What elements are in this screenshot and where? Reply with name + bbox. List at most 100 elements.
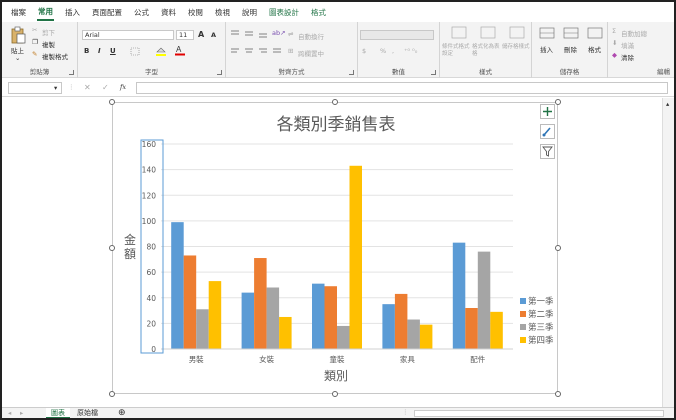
x-axis-labels[interactable]: 男裝 女裝 童裝 家具 配件 <box>189 354 486 364</box>
resize-handle-top[interactable] <box>332 99 338 105</box>
cancel-icon[interactable]: ✕ <box>84 83 91 92</box>
paste-dropdown-icon[interactable]: ⌄ <box>15 54 20 62</box>
font-name-select[interactable]: Arial <box>82 30 174 40</box>
bar[interactable] <box>324 286 338 349</box>
resize-handle-bottom[interactable] <box>332 391 338 397</box>
clear-label[interactable]: 清除 <box>621 52 634 62</box>
fill-color-icon[interactable] <box>154 46 168 56</box>
format-painter-label[interactable]: 複製格式 <box>42 51 68 61</box>
resize-handle-left[interactable] <box>109 245 115 251</box>
scroll-tabs-right-icon[interactable]: ▸ <box>20 409 23 417</box>
italic-button[interactable]: I <box>98 47 101 55</box>
vertical-scrollbar[interactable]: ▴ <box>662 98 674 407</box>
format-painter-icon[interactable]: ✎ <box>32 50 37 58</box>
chart-filters-button[interactable] <box>540 144 555 159</box>
bar[interactable] <box>196 309 209 349</box>
wrap-text-label[interactable]: 自動換行 <box>298 31 324 41</box>
resize-handle-top-left[interactable] <box>109 99 115 105</box>
comma-style-icon[interactable]: , <box>392 47 394 55</box>
tab-view[interactable]: 檢視 <box>214 5 231 20</box>
bar[interactable] <box>337 325 350 349</box>
resize-handle-bottom-left[interactable] <box>109 391 115 397</box>
tab-data[interactable]: 資料 <box>160 5 177 20</box>
bar[interactable] <box>254 258 267 349</box>
bar[interactable] <box>279 316 292 349</box>
shrink-font-button[interactable]: A <box>211 31 216 39</box>
autosum-label[interactable]: 自動加總 <box>621 28 647 38</box>
resize-handle-top-right[interactable] <box>555 99 561 105</box>
conditional-format-button[interactable]: 條件式格式設定 <box>442 44 470 58</box>
enter-icon[interactable]: ✓ <box>102 83 109 92</box>
bar[interactable] <box>183 255 197 349</box>
bar[interactable] <box>312 283 325 349</box>
font-color-icon[interactable]: A <box>174 45 186 56</box>
sheet-tab-chart[interactable]: 圖表 <box>46 408 70 418</box>
grow-font-button[interactable]: A <box>198 30 204 39</box>
insert-function-icon[interactable]: fx <box>120 83 126 91</box>
styles-icons[interactable] <box>448 26 526 40</box>
wrap-text-icon[interactable]: ⇌ <box>288 30 293 38</box>
autosum-icon[interactable]: Σ <box>612 27 616 35</box>
bar[interactable] <box>349 165 363 349</box>
orientation-icon[interactable]: ab↗ <box>272 29 286 37</box>
formula-input[interactable] <box>136 82 668 94</box>
cut-icon[interactable]: ✂ <box>32 26 37 34</box>
bar[interactable] <box>490 311 503 349</box>
insert-cells-button[interactable]: 插入 <box>540 44 553 54</box>
tab-help[interactable]: 說明 <box>241 5 258 20</box>
border-icon[interactable] <box>130 47 142 56</box>
delete-cells-button[interactable]: 刪除 <box>564 44 577 54</box>
bar[interactable] <box>171 222 184 349</box>
x-axis-title[interactable]: 類別 <box>324 369 348 383</box>
underline-button[interactable]: U <box>110 47 116 55</box>
bar[interactable] <box>465 308 478 349</box>
column-chart[interactable]: 各類別季銷售表 020406080100120140160 男裝 女裝 童裝 家具 配件… <box>113 103 559 395</box>
legend[interactable]: 第一季第二季第三季第四季 <box>520 296 554 346</box>
resize-handle-right[interactable] <box>555 245 561 251</box>
new-sheet-icon[interactable]: ⊕ <box>118 408 126 418</box>
number-launcher-icon[interactable] <box>431 70 436 75</box>
cut-label[interactable]: 剪下 <box>42 27 55 37</box>
bar[interactable] <box>419 324 433 349</box>
vertical-align-icons[interactable] <box>230 29 270 39</box>
cells-icons[interactable] <box>538 26 606 40</box>
bar[interactable] <box>407 319 420 349</box>
chart-elements-button[interactable] <box>540 104 555 119</box>
scroll-up-icon[interactable]: ▴ <box>666 100 669 108</box>
bar[interactable] <box>241 292 255 349</box>
fill-label[interactable]: 填滿 <box>621 40 634 50</box>
horizontal-align-icons[interactable] <box>230 47 286 57</box>
chart-styles-button[interactable] <box>540 124 555 139</box>
accounting-icon[interactable]: $ <box>362 47 366 55</box>
sheet-tab-source[interactable]: 原始檔 <box>72 408 103 418</box>
format-as-table-button[interactable]: 格式化為表格 <box>472 44 500 58</box>
bar[interactable] <box>266 287 280 350</box>
tab-page-layout[interactable]: 頁面配置 <box>91 5 123 20</box>
bar[interactable] <box>452 242 466 349</box>
bar[interactable] <box>208 281 222 349</box>
tab-home[interactable]: 常用 <box>37 4 54 21</box>
tab-insert[interactable]: 插入 <box>64 5 81 20</box>
clear-icon[interactable]: ◆ <box>612 51 617 59</box>
fill-icon[interactable]: ⬇ <box>612 39 617 47</box>
tab-review[interactable]: 校閱 <box>187 5 204 20</box>
bars[interactable] <box>171 165 503 350</box>
bar[interactable] <box>394 293 408 349</box>
tab-chart-design[interactable]: 圖表設計 <box>268 5 300 20</box>
tab-file[interactable]: 檔案 <box>10 5 27 20</box>
resize-handle-bottom-right[interactable] <box>555 391 561 397</box>
tab-format[interactable]: 格式 <box>310 5 327 20</box>
horizontal-scrollbar[interactable] <box>414 410 664 417</box>
clipboard-launcher-icon[interactable] <box>69 70 74 75</box>
y-axis-title[interactable]: 金額 <box>124 232 136 261</box>
decimal-icons[interactable]: ⁺⁰ ⁰₀ <box>404 47 417 55</box>
paste-icon[interactable] <box>10 26 26 44</box>
copy-icon[interactable]: ❐ <box>32 38 38 46</box>
font-size-select[interactable]: 11 <box>176 30 194 40</box>
scroll-tabs-left-icon[interactable]: ◂ <box>8 409 11 417</box>
number-format-select[interactable] <box>360 30 434 40</box>
chart-object[interactable]: 各類別季銷售表 0 20 40 60 80 100 120 140 160 男裝 女裝 童裝 家具 配件… <box>112 102 558 394</box>
bar[interactable] <box>382 304 395 349</box>
bar[interactable] <box>477 251 491 349</box>
cell-styles-button[interactable]: 儲存格樣式 <box>502 44 530 51</box>
